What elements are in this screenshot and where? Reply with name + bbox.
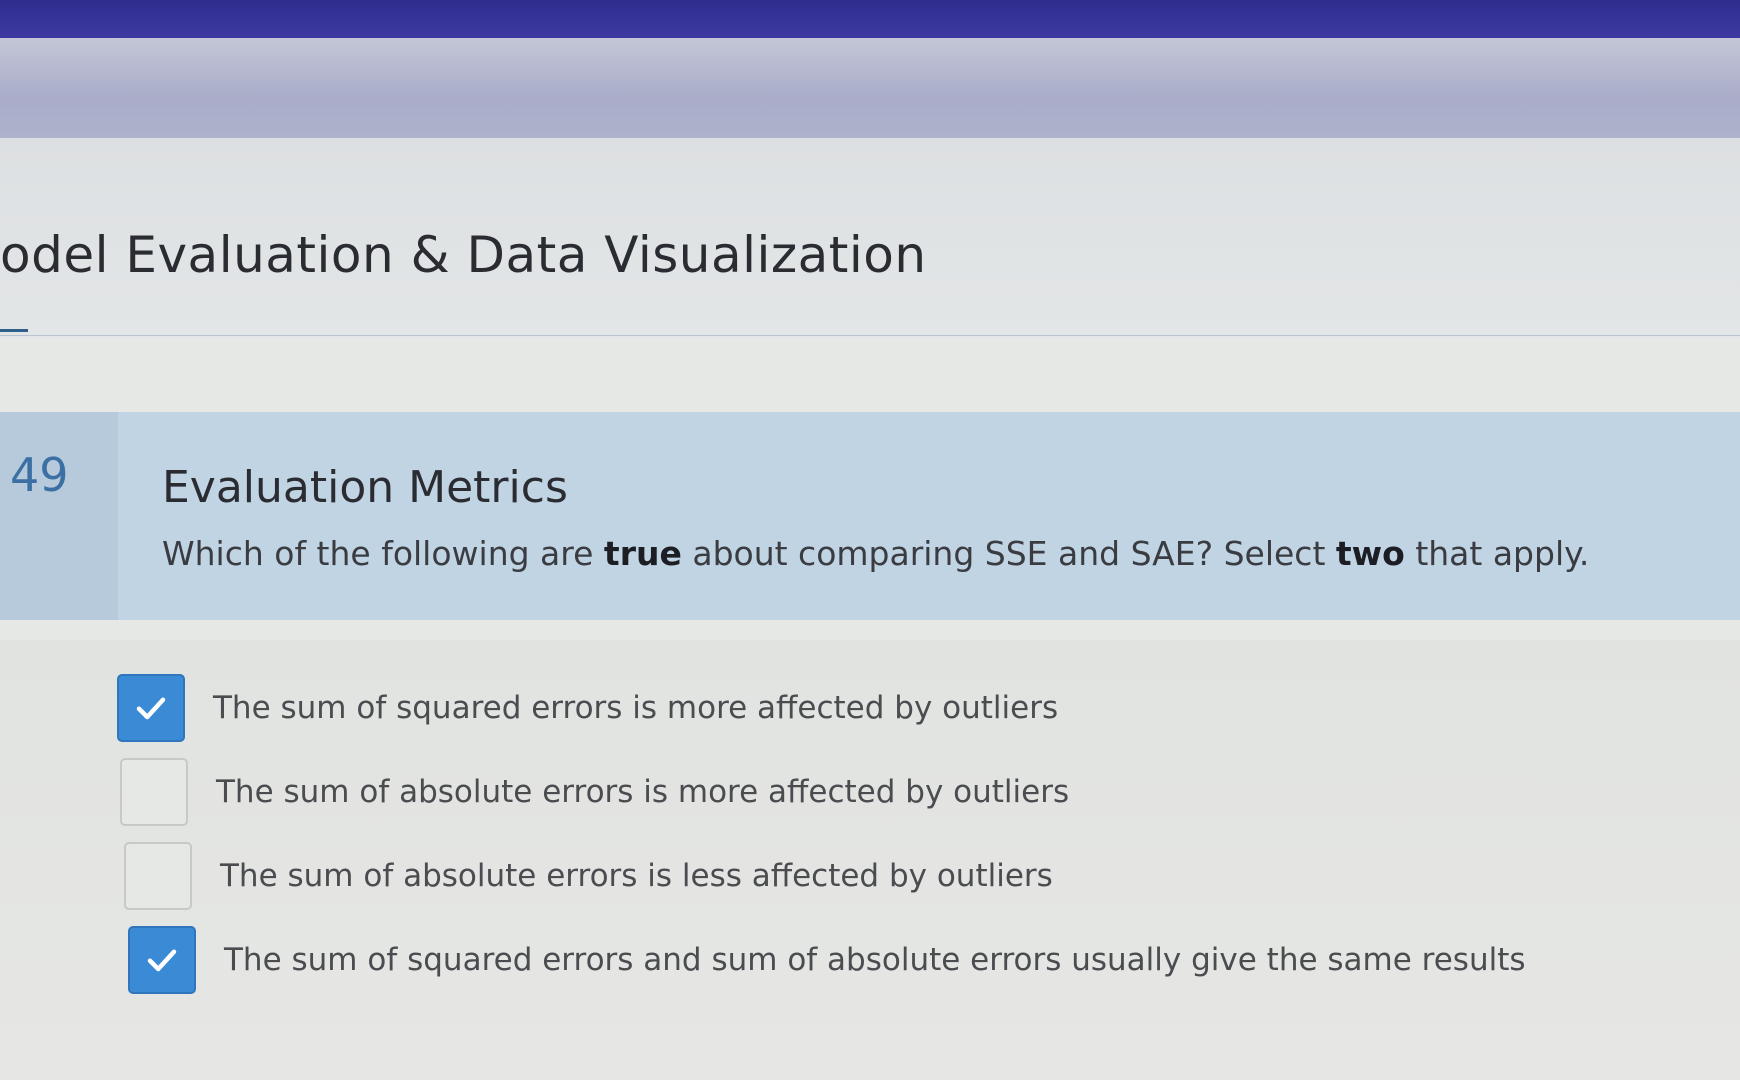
prompt-text-1: Which of the following are (162, 534, 604, 573)
question-prompt: Which of the following are true about co… (162, 534, 1589, 573)
top-bar (0, 0, 1740, 38)
page-title: odel Evaluation & Data Visualization (0, 226, 927, 284)
check-icon (136, 697, 166, 720)
prompt-text-2: about comparing SSE and SAE? Select (681, 534, 1336, 573)
question-number: 49 (10, 448, 69, 502)
answer-area: The sum of squared errors is more affect… (0, 640, 1740, 1080)
option-checkbox[interactable] (120, 758, 188, 826)
prompt-text-3: that apply. (1404, 534, 1590, 573)
option-label: The sum of absolute errors is more affec… (216, 774, 1070, 810)
option-checkbox[interactable] (117, 674, 185, 742)
question-title: Evaluation Metrics (162, 462, 568, 513)
answer-option[interactable]: The sum of squared errors is more affect… (117, 672, 1058, 744)
prompt-emphasis-true: true (603, 534, 682, 573)
option-label: The sum of squared errors and sum of abs… (224, 942, 1526, 978)
answer-option[interactable]: The sum of absolute errors is more affec… (120, 756, 1069, 828)
question-number-cell: 49 (0, 412, 118, 620)
answer-option[interactable]: The sum of absolute errors is less affec… (124, 840, 1053, 912)
option-checkbox[interactable] (124, 842, 192, 910)
answer-option[interactable]: The sum of squared errors and sum of abs… (128, 924, 1526, 996)
title-underline (0, 329, 28, 332)
nav-band (0, 38, 1740, 138)
prompt-emphasis-two: two (1335, 534, 1405, 573)
header-divider (0, 335, 1740, 336)
option-label: The sum of absolute errors is less affec… (220, 858, 1053, 894)
check-icon (147, 949, 177, 972)
option-checkbox[interactable] (128, 926, 196, 994)
question-header: 49 Evaluation Metrics Which of the follo… (0, 412, 1740, 620)
option-label: The sum of squared errors is more affect… (213, 690, 1059, 726)
